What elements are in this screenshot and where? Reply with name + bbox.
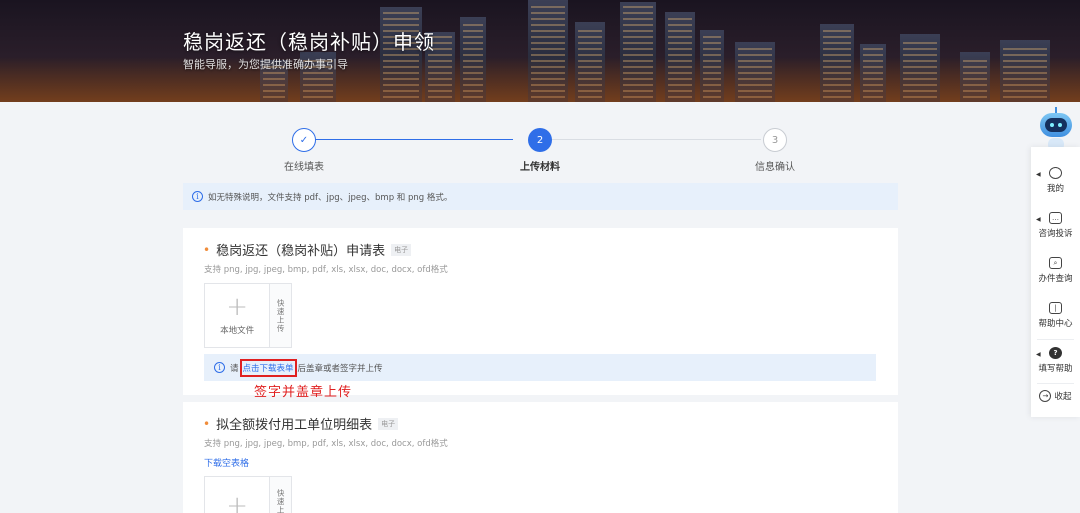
sidebar-item-label: 帮助中心 bbox=[1038, 319, 1073, 329]
robot-face bbox=[1045, 118, 1067, 132]
local-file-upload-button[interactable]: + bbox=[205, 477, 271, 513]
step-number: 2 bbox=[528, 128, 552, 152]
step-upload-materials: 2 上传材料 bbox=[490, 125, 590, 173]
book-icon: | bbox=[1049, 302, 1062, 314]
caret-left-icon: ◀ bbox=[1036, 351, 1041, 358]
question-icon: ? bbox=[1049, 347, 1062, 359]
upload-box: + 快速上传 bbox=[204, 476, 292, 513]
quick-upload-button[interactable]: 快速上传 bbox=[270, 477, 291, 513]
upload-label: 本地文件 bbox=[220, 325, 255, 336]
right-sidebar: ◀ 我的 ◀ … 咨询投诉 ⌕ 办件查询 | 帮助中心 ◀ ? 填写帮助 → 收… bbox=[1031, 147, 1080, 417]
step-confirm-info: 3 信息确认 bbox=[725, 125, 825, 173]
step-fill-form: ✓ 在线填表 bbox=[254, 125, 354, 173]
robot-eye bbox=[1050, 123, 1054, 127]
upload-box: + 本地文件 快速上传 bbox=[204, 283, 292, 348]
caret-left-icon: ◀ bbox=[1036, 171, 1041, 178]
tip-prefix: 请 bbox=[230, 363, 239, 374]
step-label: 信息确认 bbox=[755, 162, 795, 173]
sidebar-divider bbox=[1037, 383, 1074, 384]
plus-icon: + bbox=[226, 491, 249, 513]
page-title: 稳岗返还（稳岗补贴）申领 bbox=[183, 30, 435, 54]
download-form-link[interactable]: 点击下载表单 bbox=[239, 358, 297, 377]
download-tip: i 请 点击下载表单 后盖章或者签字并上传 bbox=[204, 354, 876, 381]
sidebar-divider bbox=[1037, 339, 1074, 340]
page-subtitle: 智能导服，为您提供准确办事引导 bbox=[183, 58, 348, 71]
required-dot: • bbox=[203, 416, 211, 431]
material-title: • 拟全额拨付用工单位明细表 电子 bbox=[203, 414, 399, 433]
material-title-text: 拟全额拨付用工单位明细表 bbox=[216, 418, 373, 433]
sidebar-item-label: 我的 bbox=[1046, 184, 1064, 194]
header-banner: 稳岗返还（稳岗补贴）申领 智能导服，为您提供准确办事引导 bbox=[0, 0, 1080, 102]
notice-text: 如无特殊说明，文件支持 pdf、jpg、jpeg、bmp 和 png 格式。 bbox=[208, 192, 453, 203]
required-dot: • bbox=[203, 242, 211, 257]
plus-icon: + bbox=[226, 291, 249, 322]
sidebar-item-query[interactable]: ⌕ 办件查询 bbox=[1031, 257, 1080, 284]
annotation-text: 签字并盖章上传 bbox=[254, 385, 353, 400]
sidebar-item-label: 办件查询 bbox=[1038, 274, 1073, 284]
collapse-label: 收起 bbox=[1054, 392, 1072, 402]
electronic-tag: 电子 bbox=[391, 243, 412, 256]
material-card: • 拟全额拨付用工单位明细表 电子 支持 png, jpg, jpeg, bmp… bbox=[183, 402, 898, 513]
local-file-upload-button[interactable]: + 本地文件 bbox=[205, 284, 271, 347]
search-doc-icon: ⌕ bbox=[1049, 257, 1062, 269]
supported-formats: 支持 png, jpg, jpeg, bmp, pdf, xls, xlsx, … bbox=[204, 265, 448, 275]
sidebar-collapse-button[interactable]: → 收起 bbox=[1031, 390, 1080, 402]
sidebar-item-label: 咨询投诉 bbox=[1038, 229, 1073, 239]
electronic-tag: 电子 bbox=[378, 417, 399, 430]
format-notice: i 如无特殊说明，文件支持 pdf、jpg、jpeg、bmp 和 png 格式。 bbox=[183, 183, 898, 210]
material-title: • 稳岗返还（稳岗补贴）申请表 电子 bbox=[203, 240, 412, 259]
sidebar-item-help-center[interactable]: | 帮助中心 bbox=[1031, 302, 1080, 329]
banner-glow bbox=[0, 57, 1080, 102]
sidebar-item-consult[interactable]: ◀ … 咨询投诉 bbox=[1031, 212, 1080, 239]
material-title-text: 稳岗返还（稳岗补贴）申请表 bbox=[216, 244, 386, 259]
info-icon: i bbox=[192, 191, 203, 202]
step-label: 上传材料 bbox=[520, 162, 560, 173]
download-blank-form-link[interactable]: 下载空表格 bbox=[204, 456, 249, 469]
info-icon: i bbox=[214, 362, 225, 373]
supported-formats: 支持 png, jpg, jpeg, bmp, pdf, xls, xlsx, … bbox=[204, 439, 448, 449]
tip-suffix: 后盖章或者签字并上传 bbox=[297, 363, 383, 374]
quick-upload-label: 快速上传 bbox=[276, 298, 286, 333]
caret-left-icon: ◀ bbox=[1036, 216, 1041, 223]
progress-steps: ✓ 在线填表 2 上传材料 3 信息确认 bbox=[183, 125, 898, 175]
material-card: • 稳岗返还（稳岗补贴）申请表 电子 支持 png, jpg, jpeg, bm… bbox=[183, 228, 898, 400]
step-number: 3 bbox=[763, 128, 787, 152]
quick-upload-button[interactable]: 快速上传 bbox=[270, 284, 291, 347]
bulb-icon bbox=[1049, 167, 1062, 179]
sidebar-item-mine[interactable]: ◀ 我的 bbox=[1031, 167, 1080, 194]
chat-icon: … bbox=[1049, 212, 1062, 224]
check-icon: ✓ bbox=[292, 128, 316, 152]
sidebar-item-fill-help[interactable]: ◀ ? 填写帮助 bbox=[1031, 347, 1080, 374]
robot-eye bbox=[1058, 123, 1062, 127]
arrow-right-circle-icon: → bbox=[1039, 390, 1052, 402]
quick-upload-label: 快速上传 bbox=[276, 489, 286, 513]
step-label: 在线填表 bbox=[284, 162, 324, 173]
sidebar-item-label: 填写帮助 bbox=[1038, 364, 1073, 374]
